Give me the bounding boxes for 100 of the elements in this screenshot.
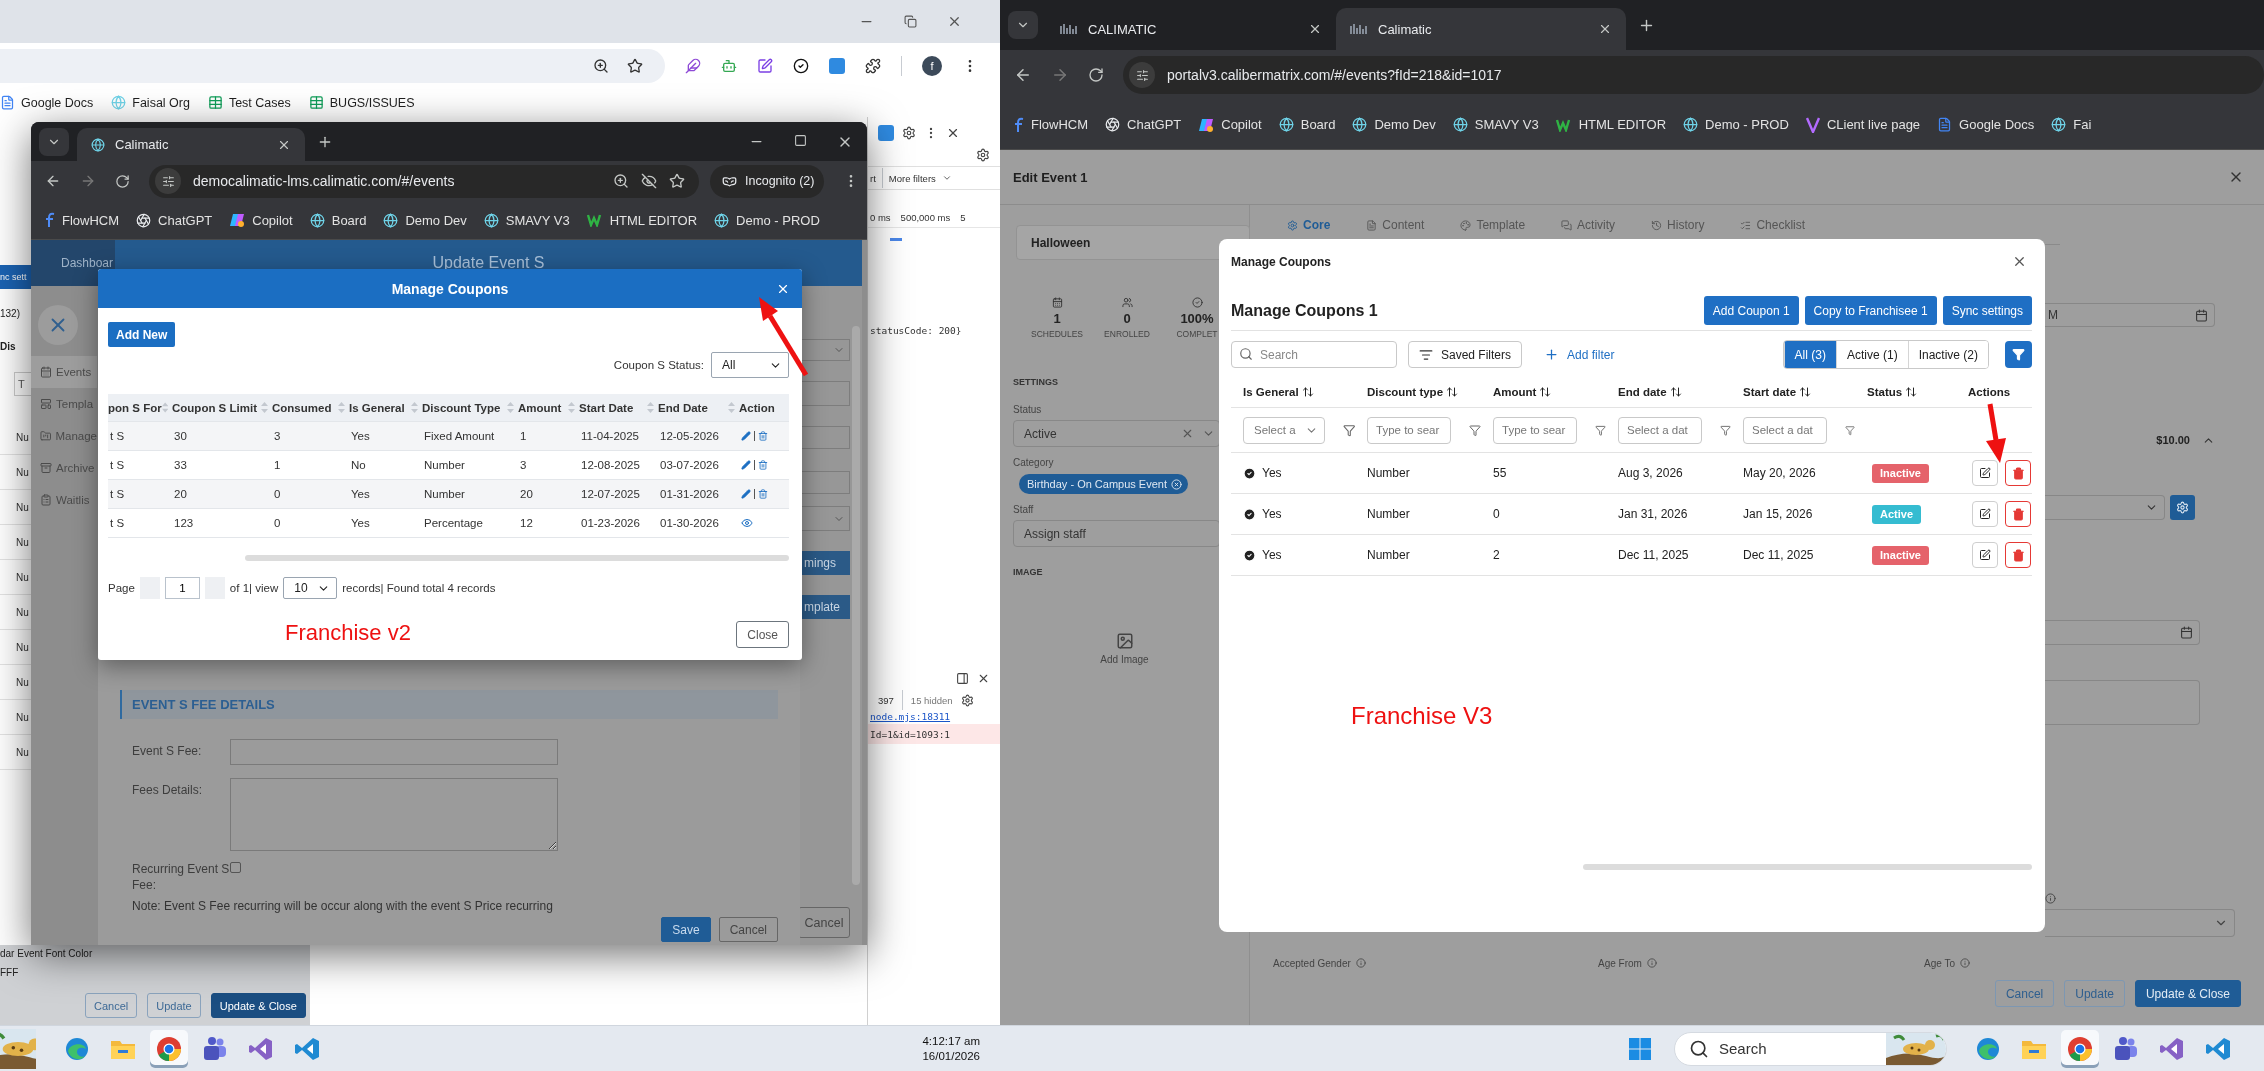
column-header[interactable]: pon S For bbox=[108, 401, 172, 414]
start-icon[interactable] bbox=[1628, 1036, 1652, 1061]
browser-icon[interactable] bbox=[156, 1035, 182, 1062]
close-button[interactable]: Close bbox=[736, 621, 789, 648]
nav-link[interactable]: Dashboar bbox=[61, 256, 114, 270]
clear-icon[interactable] bbox=[1181, 427, 1194, 440]
tab-list-button[interactable] bbox=[1008, 11, 1038, 39]
delete-button[interactable] bbox=[2005, 542, 2031, 568]
edit-icon[interactable] bbox=[741, 460, 751, 470]
bookmark[interactable]: Copilot bbox=[229, 212, 293, 228]
delete-button[interactable] bbox=[2005, 460, 2031, 486]
browser-tab[interactable]: Calimatic bbox=[1336, 8, 1626, 50]
column-header[interactable]: Discount Type bbox=[422, 401, 518, 414]
column-header[interactable]: Consumed bbox=[272, 401, 349, 414]
column-header[interactable]: Is General bbox=[349, 401, 422, 414]
column-header[interactable]: Is General bbox=[1231, 385, 1355, 398]
date-filter-field[interactable]: Select a dat bbox=[1618, 416, 1702, 444]
source-link[interactable]: node.mjs:18311 bbox=[868, 711, 1000, 722]
close-icon[interactable] bbox=[2012, 254, 2027, 269]
maximize-icon[interactable] bbox=[794, 133, 807, 147]
column-header[interactable]: Coupon S Limit bbox=[172, 401, 272, 414]
delete-icon[interactable] bbox=[758, 460, 768, 470]
select-field[interactable] bbox=[2045, 909, 2235, 937]
horizontal-scrollbar[interactable] bbox=[1583, 864, 2032, 870]
bookmark[interactable]: FlowHCM bbox=[45, 212, 120, 228]
column-header[interactable]: End date bbox=[1606, 385, 1731, 398]
input-field[interactable]: T bbox=[14, 372, 31, 396]
bookmark[interactable]: Demo - PROD bbox=[1683, 117, 1789, 132]
page-size-select[interactable]: 10 bbox=[283, 577, 338, 599]
column-header[interactable]: Amount bbox=[1481, 385, 1606, 398]
settings-icon[interactable] bbox=[960, 693, 974, 707]
page-field[interactable]: 1 bbox=[164, 577, 200, 599]
filter-icon[interactable] bbox=[1845, 423, 1855, 437]
forward-icon[interactable] bbox=[80, 173, 96, 189]
select-field[interactable] bbox=[2045, 495, 2165, 520]
date-field[interactable] bbox=[2045, 620, 2200, 645]
bookmark[interactable]: Test Cases bbox=[207, 95, 291, 110]
settings-icon[interactable] bbox=[976, 148, 990, 162]
close-icon[interactable] bbox=[946, 126, 960, 140]
settings-button[interactable] bbox=[2170, 495, 2195, 520]
edit-icon[interactable] bbox=[757, 57, 773, 74]
restore-icon[interactable] bbox=[904, 15, 917, 28]
cancel-button[interactable]: Cancel bbox=[718, 917, 778, 942]
back-icon[interactable] bbox=[45, 173, 61, 189]
forward-icon[interactable] bbox=[1051, 66, 1069, 84]
tab-label[interactable]: rt bbox=[870, 172, 876, 184]
edit-icon[interactable] bbox=[741, 431, 751, 441]
image-icon[interactable] bbox=[1115, 632, 1134, 650]
bookmark[interactable]: ChatGPT bbox=[136, 212, 213, 228]
action-button[interactable]: mings bbox=[802, 551, 850, 575]
bookmark[interactable]: Fai bbox=[2051, 117, 2092, 132]
settings-icon[interactable] bbox=[902, 126, 916, 140]
action-button[interactable]: mplate bbox=[802, 595, 850, 619]
app-icon[interactable] bbox=[2205, 1035, 2231, 1062]
app-icon[interactable] bbox=[248, 1035, 274, 1062]
filter-icon[interactable] bbox=[1595, 423, 1606, 437]
category-chip[interactable]: Birthday - On Campus Event bbox=[1019, 474, 1188, 494]
action-button[interactable]: Copy to Franchisee 1 bbox=[1804, 296, 1937, 325]
bookmark[interactable]: Demo - PROD bbox=[714, 212, 820, 228]
delete-button[interactable] bbox=[2005, 501, 2031, 527]
add-filter-link[interactable]: Add filter bbox=[1544, 347, 1615, 362]
app-icon[interactable] bbox=[294, 1035, 320, 1062]
search-field[interactable]: Search bbox=[1231, 341, 1397, 368]
column-header[interactable]: Status bbox=[1855, 385, 1956, 398]
bookmark[interactable]: Faisal Org bbox=[111, 95, 190, 110]
input-field[interactable] bbox=[230, 739, 558, 765]
reload-icon[interactable] bbox=[115, 173, 130, 189]
bookmark[interactable]: SMAVY V3 bbox=[483, 212, 570, 228]
edit-button[interactable] bbox=[1972, 460, 1998, 486]
filter-icon[interactable] bbox=[1469, 423, 1481, 437]
delete-icon[interactable] bbox=[758, 489, 768, 499]
browser-icon[interactable] bbox=[2067, 1035, 2093, 1062]
puzzle-icon[interactable] bbox=[865, 57, 881, 74]
view-icon[interactable] bbox=[741, 517, 753, 529]
action-button[interactable]: Update bbox=[147, 993, 201, 1018]
action-button[interactable]: Sync settings bbox=[1942, 296, 2032, 325]
column-header[interactable]: Start Date bbox=[579, 401, 658, 414]
bookmark[interactable]: CLient live page bbox=[1805, 116, 1921, 133]
bookmark[interactable]: Demo Dev bbox=[383, 212, 467, 228]
saved-filters-button[interactable]: Saved Filters bbox=[1408, 341, 1523, 368]
column-header[interactable]: Actions bbox=[1956, 385, 2032, 398]
horizontal-scrollbar[interactable] bbox=[245, 555, 789, 561]
close-icon[interactable] bbox=[947, 14, 962, 29]
bookmark[interactable]: Google Docs bbox=[0, 95, 94, 110]
filter-icon[interactable] bbox=[1720, 423, 1731, 437]
browser-tab[interactable]: CALIMATIC bbox=[1046, 8, 1336, 50]
filter-field[interactable]: Type to sear bbox=[1367, 416, 1451, 444]
bookmark[interactable]: Demo Dev bbox=[1352, 117, 1436, 132]
search-field[interactable]: Search bbox=[1674, 1031, 1947, 1066]
robot-icon[interactable] bbox=[721, 57, 737, 74]
action-button[interactable]: Update & Close bbox=[2134, 980, 2241, 1007]
action-button[interactable]: Cancel bbox=[85, 993, 138, 1018]
segment-tab[interactable]: All (3) bbox=[1783, 341, 1836, 368]
bookmark[interactable]: FlowHCM bbox=[1014, 116, 1089, 133]
column-header[interactable]: Start date bbox=[1731, 385, 1855, 398]
save-button[interactable]: Save bbox=[661, 917, 711, 942]
status-select[interactable]: All bbox=[711, 352, 789, 378]
people-icon[interactable] bbox=[202, 1035, 228, 1062]
feather-icon[interactable] bbox=[685, 57, 701, 74]
bookmark[interactable]: Google Docs bbox=[1937, 117, 2035, 132]
